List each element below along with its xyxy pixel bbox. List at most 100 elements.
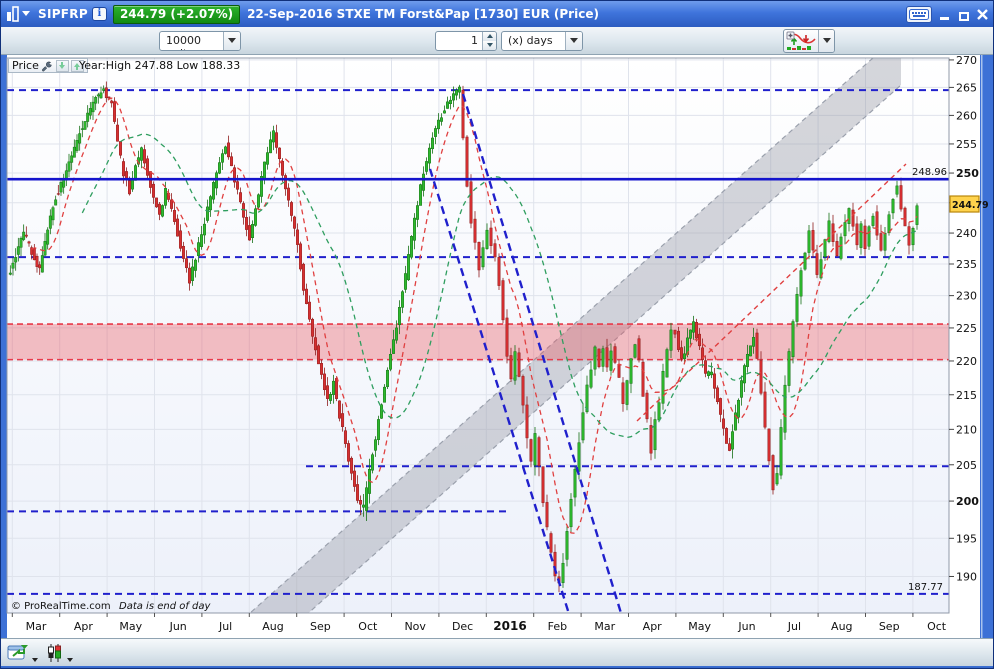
candle-body <box>855 223 859 246</box>
x-tick-label: Dec <box>452 620 473 633</box>
candle-body <box>541 466 545 504</box>
units-value: 10000 units <box>166 33 201 50</box>
y-tick-label: 235 <box>956 258 977 271</box>
y-tick-label: 250 <box>956 167 979 180</box>
candle-body <box>851 209 855 227</box>
candle-body <box>899 185 903 210</box>
interval-down-icon[interactable] <box>483 40 496 50</box>
volume-chart-icon[interactable] <box>6 6 32 22</box>
candle-body <box>335 378 338 399</box>
left-frame <box>1 55 7 638</box>
data-note-label: Data is end of day <box>119 601 212 612</box>
candle-body <box>477 241 481 271</box>
candle-body <box>485 229 489 249</box>
candle-body <box>661 370 665 404</box>
candle-body <box>689 329 692 339</box>
maximize-button[interactable] <box>957 8 970 21</box>
candle-body <box>380 404 383 419</box>
candle-body <box>422 173 425 191</box>
x-tick-label: Nov <box>404 620 426 633</box>
prorealtime-window: SIPFRP i 244.79 (+2.07%) 22-Sep-2016 STX… <box>0 0 994 669</box>
candle-body <box>716 387 719 403</box>
units-select[interactable]: 10000 units <box>159 30 241 51</box>
candle-body <box>847 208 851 224</box>
candle-body <box>72 146 76 158</box>
candle-body <box>525 404 529 439</box>
candle-body <box>113 101 116 122</box>
candle-body <box>677 330 680 350</box>
publish-chart-icon[interactable] <box>7 643 38 663</box>
candle-body <box>589 369 593 388</box>
candle-body <box>452 93 455 101</box>
candle-body <box>722 418 725 429</box>
candle-body <box>332 380 335 395</box>
close-button[interactable] <box>976 8 989 21</box>
copyright-label: © ProRealTime.com <box>11 601 111 612</box>
price-chart-canvas[interactable]: 187.77 248.96 270 265 260 255 250 240 235 230 225 2… <box>1 55 994 638</box>
candle-body <box>188 267 191 284</box>
candle-body <box>227 142 230 158</box>
price-indicator-chip[interactable]: Price <box>8 58 88 73</box>
x-tick-label: 2016 <box>493 619 526 633</box>
interval-unit-dropdown-icon[interactable] <box>565 31 582 50</box>
x-tick-label: Sep <box>879 620 900 633</box>
chart-style-icon[interactable] <box>46 643 73 663</box>
year-range-label: Year:High 247.88 Low 188.33 <box>79 59 241 72</box>
candle-body <box>365 487 368 511</box>
keyboard-icon[interactable] <box>906 5 932 23</box>
candle-body <box>40 255 44 273</box>
candle-body <box>143 149 146 164</box>
candle-body <box>725 428 728 444</box>
y-tick-label: 270 <box>956 55 977 67</box>
candle-body <box>56 193 60 195</box>
candle-body <box>746 353 749 367</box>
candle-body <box>680 347 683 359</box>
candle-body <box>140 147 143 161</box>
candle-body <box>83 121 87 130</box>
candle-body <box>119 141 122 156</box>
candle-body <box>38 264 42 269</box>
interval-unit-select[interactable]: (x) days <box>501 30 583 51</box>
candle-body <box>887 214 891 234</box>
candle-body <box>704 360 707 374</box>
candle-body <box>601 348 605 367</box>
units-dropdown-icon[interactable] <box>223 31 240 50</box>
candle-body <box>296 229 299 245</box>
candle-body <box>176 218 179 237</box>
candle-body <box>338 400 341 419</box>
candle-body <box>152 183 155 198</box>
candle-body <box>597 348 601 368</box>
candle-body <box>299 243 302 270</box>
candle-body <box>565 531 569 560</box>
y-tick-label: 200 <box>956 495 979 508</box>
x-axis-strip <box>7 613 949 638</box>
candle-body <box>24 234 28 237</box>
candle-body <box>203 223 206 236</box>
minimize-button[interactable] <box>938 8 951 21</box>
move-down-icon[interactable] <box>55 59 69 72</box>
candle-body <box>356 484 359 501</box>
candle-body <box>266 152 269 165</box>
status-bar <box>1 638 993 666</box>
candle-body <box>27 241 31 244</box>
candle-body <box>903 207 907 227</box>
info-icon[interactable]: i <box>91 7 107 21</box>
price-settings-wrench-icon[interactable] <box>41 60 54 72</box>
candle-body <box>807 230 811 253</box>
interval-up-icon[interactable] <box>483 31 496 41</box>
chart-type-dropdown-icon[interactable] <box>818 29 834 52</box>
solid-level-label: 248.96 <box>912 167 947 178</box>
candle-body <box>32 248 36 261</box>
chart-type-button[interactable] <box>783 28 835 53</box>
candle-body <box>347 443 350 462</box>
candle-body <box>59 182 63 193</box>
candle-body <box>545 502 549 528</box>
candle-body <box>695 322 698 339</box>
candle-body <box>907 226 911 246</box>
candle-body <box>257 194 260 208</box>
x-tick-label: Aug <box>831 620 852 633</box>
interval-stepper[interactable]: 1 <box>435 30 497 51</box>
candle-body <box>609 350 613 371</box>
candle-body <box>308 301 311 320</box>
symbol-name[interactable]: SIPFRP <box>38 7 88 21</box>
